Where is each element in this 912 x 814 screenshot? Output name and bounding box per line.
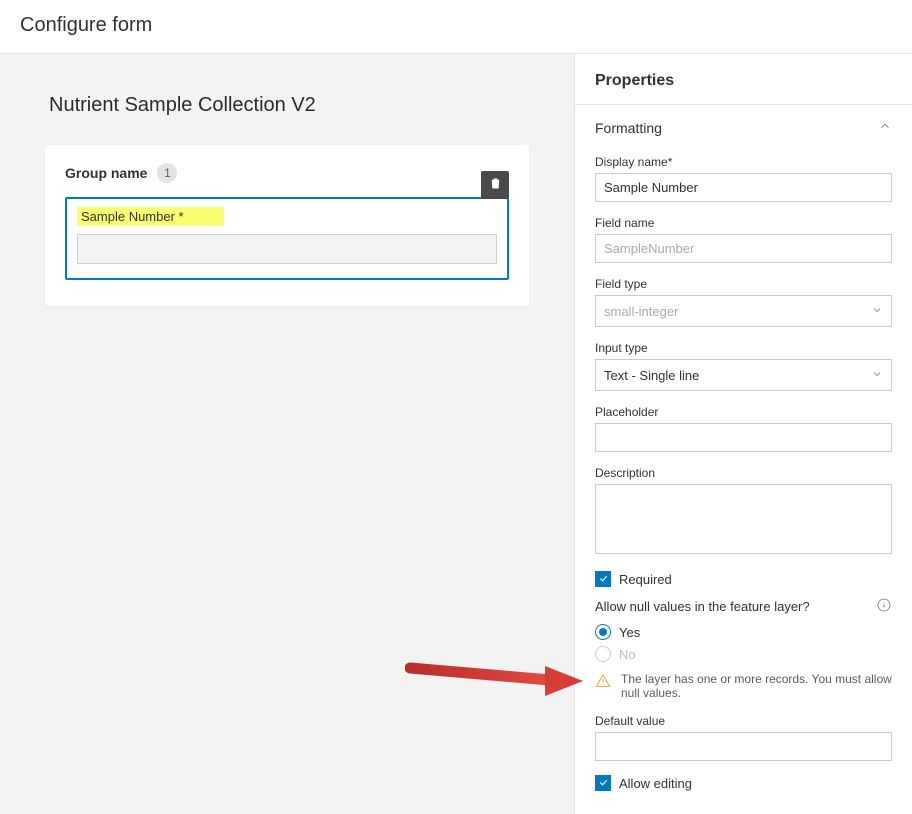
section-title: Formatting bbox=[595, 120, 662, 136]
form-title: Nutrient Sample Collection V2 bbox=[49, 94, 529, 117]
allow-null-question-row: Allow null values in the feature layer? bbox=[595, 597, 892, 616]
radio-yes-label: Yes bbox=[619, 625, 640, 640]
trash-icon bbox=[488, 176, 503, 194]
required-checkbox-row[interactable]: Required bbox=[595, 571, 892, 587]
placeholder-field: Placeholder bbox=[595, 405, 892, 452]
allow-editing-row[interactable]: Allow editing bbox=[595, 775, 892, 791]
field-name-input bbox=[595, 234, 892, 263]
input-type-value: Text - Single line bbox=[604, 368, 699, 383]
selected-field-row[interactable]: Sample Number * bbox=[65, 197, 509, 280]
properties-panel: Properties Formatting Display name* Fiel… bbox=[574, 54, 912, 814]
group-name-label: Group name bbox=[65, 165, 147, 181]
group-field-count: 1 bbox=[157, 163, 177, 183]
allow-editing-label: Allow editing bbox=[619, 776, 692, 791]
input-type-field: Input type Text - Single line bbox=[595, 341, 892, 391]
field-type-value: small-integer bbox=[604, 304, 678, 319]
placeholder-input[interactable] bbox=[595, 423, 892, 452]
field-name-field: Field name bbox=[595, 216, 892, 263]
radio-no-row: No bbox=[595, 646, 892, 662]
placeholder-label: Placeholder bbox=[595, 405, 892, 419]
form-canvas: Nutrient Sample Collection V2 Group name… bbox=[0, 54, 574, 814]
check-icon bbox=[598, 572, 609, 587]
description-input[interactable] bbox=[595, 484, 892, 554]
allow-null-question: Allow null values in the feature layer? bbox=[595, 599, 810, 614]
field-type-select: small-integer bbox=[595, 295, 892, 327]
allow-editing-checkbox[interactable] bbox=[595, 775, 611, 791]
default-value-label: Default value bbox=[595, 714, 892, 728]
field-type-label: Field type bbox=[595, 277, 892, 291]
field-row-input-preview bbox=[77, 234, 497, 264]
field-type-field: Field type small-integer bbox=[595, 277, 892, 327]
chevron-up-icon bbox=[878, 119, 892, 136]
null-warning-row: The layer has one or more records. You m… bbox=[595, 672, 892, 700]
info-icon[interactable] bbox=[876, 597, 892, 616]
chevron-down-icon bbox=[871, 304, 883, 319]
required-label: Required bbox=[619, 572, 672, 587]
delete-field-button[interactable] bbox=[481, 171, 509, 199]
description-field: Description bbox=[595, 466, 892, 557]
radio-yes[interactable] bbox=[595, 624, 611, 640]
check-icon bbox=[598, 776, 609, 791]
field-name-label: Field name bbox=[595, 216, 892, 230]
section-header-formatting[interactable]: Formatting bbox=[575, 105, 912, 151]
radio-no bbox=[595, 646, 611, 662]
input-type-label: Input type bbox=[595, 341, 892, 355]
form-group-card[interactable]: Group name 1 Sample Number * bbox=[45, 145, 529, 306]
default-value-input[interactable] bbox=[595, 732, 892, 761]
chevron-down-icon bbox=[871, 368, 883, 383]
radio-no-label: No bbox=[619, 647, 636, 662]
warning-icon bbox=[595, 672, 621, 700]
section-body-formatting: Display name* Field name Field type smal… bbox=[575, 151, 912, 791]
page-header: Configure form bbox=[0, 0, 912, 54]
display-name-field: Display name* bbox=[595, 155, 892, 202]
display-name-label: Display name* bbox=[595, 155, 892, 169]
display-name-input[interactable] bbox=[595, 173, 892, 202]
page-title: Configure form bbox=[20, 14, 892, 37]
description-label: Description bbox=[595, 466, 892, 480]
required-checkbox[interactable] bbox=[595, 571, 611, 587]
field-row-label: Sample Number * bbox=[77, 207, 224, 226]
input-type-select[interactable]: Text - Single line bbox=[595, 359, 892, 391]
default-value-field: Default value bbox=[595, 714, 892, 761]
group-header: Group name 1 bbox=[65, 163, 509, 183]
radio-yes-row[interactable]: Yes bbox=[595, 624, 892, 640]
workspace: Nutrient Sample Collection V2 Group name… bbox=[0, 54, 912, 814]
null-warning-text: The layer has one or more records. You m… bbox=[621, 672, 892, 700]
properties-panel-title: Properties bbox=[575, 54, 912, 105]
